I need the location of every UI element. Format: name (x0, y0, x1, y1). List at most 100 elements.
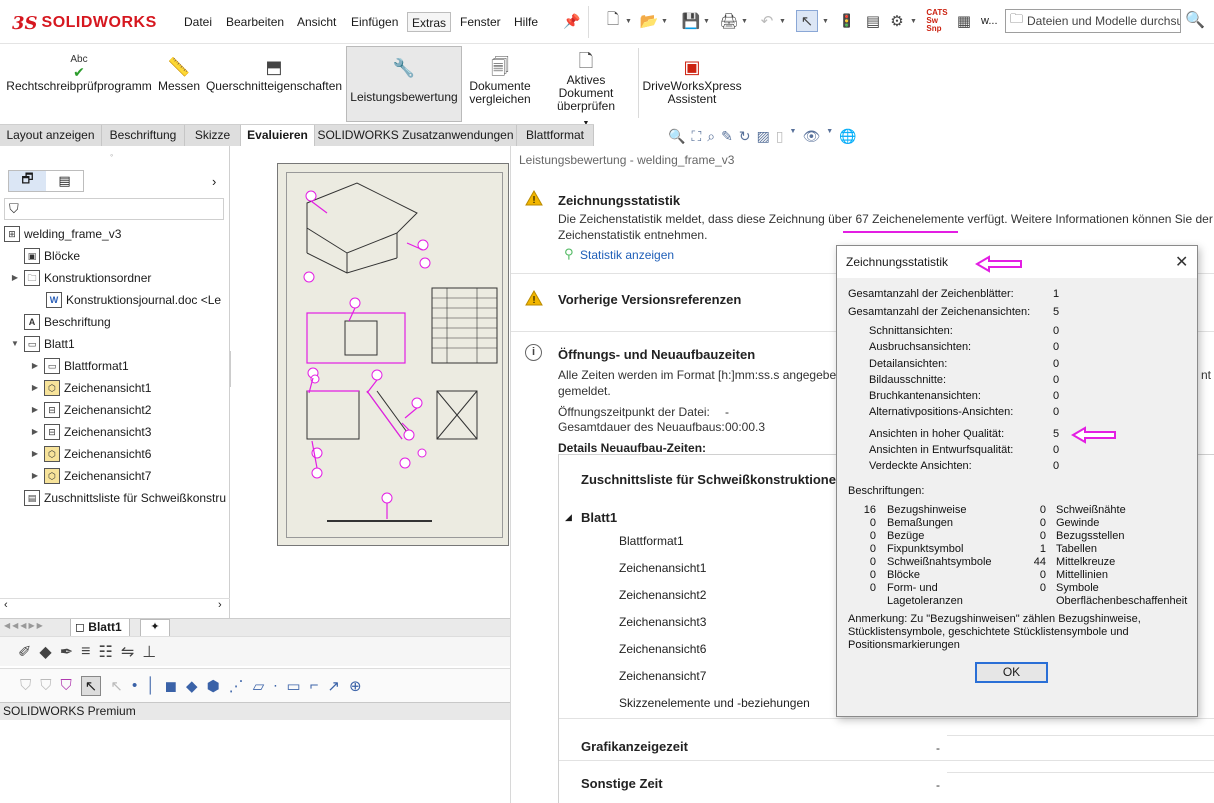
chevron-down-icon[interactable]: ▼ (703, 18, 710, 25)
detail-row[interactable]: Blatt1 (581, 510, 617, 525)
select-cursor-icon[interactable]: ↖ (796, 10, 818, 32)
tree-item-konstruktionsordner[interactable]: ▶ 🗀 Konstruktionsordner (10, 268, 151, 288)
menu-einfuegen[interactable]: Einfügen (347, 12, 402, 32)
cats-sw-snap-icon[interactable]: CATS Sw Snp (926, 9, 948, 33)
menu-datei[interactable]: Datei (180, 12, 216, 32)
tab-blattformat[interactable]: Blattformat (517, 125, 594, 146)
gear-icon[interactable]: ⚙ (886, 10, 908, 32)
tree-item-konstruktionsjournal[interactable]: W Konstruktionsjournal.doc <Le (46, 290, 221, 310)
tree-item-zuschnittsliste[interactable]: ▤ Zuschnittsliste für Schweißkonstru (24, 488, 226, 508)
window-icon[interactable]: ▦ (953, 10, 975, 32)
line-thickness-icon[interactable]: ≡ (81, 643, 90, 661)
layer-icon[interactable]: ✐ (18, 642, 31, 662)
appearance-icon[interactable]: 🌐 (839, 128, 856, 148)
panel-grip-icon[interactable]: ◦ (110, 150, 113, 160)
tree-item-bloecke[interactable]: ▣ Blöcke (10, 246, 80, 266)
chevron-down-icon[interactable]: ▼ (910, 18, 917, 25)
tab-evaluieren[interactable]: Evaluieren (241, 125, 315, 146)
tree-root[interactable]: ⊞ welding_frame_v3 (4, 224, 121, 244)
chevron-down-icon[interactable]: ▼ (779, 18, 786, 25)
sheet-nav-arrows-icon[interactable]: ◀◀◀▶▶ (4, 621, 45, 630)
tree-item-zeichenansicht2[interactable]: ▶ ⊟ Zeichenansicht2 (30, 400, 151, 420)
tab-layout-anzeigen[interactable]: Layout anzeigen (0, 125, 102, 146)
toolbar-w-label[interactable]: w... (981, 15, 998, 27)
filter-solid-bodies-icon[interactable]: ⬢ (207, 677, 220, 695)
horizontal-scrollbar[interactable]: ‹ › (0, 598, 230, 612)
tree-item-zeichenansicht6[interactable]: ▶ ⬡ Zeichenansicht6 (30, 444, 151, 464)
tree-item-blattformat1[interactable]: ▶ ▭ Blattformat1 (30, 356, 129, 376)
chevron-down-icon[interactable]: ▼ (826, 128, 833, 148)
smart-select-icon[interactable]: ↖ (110, 677, 123, 695)
view-settings-icon[interactable]: 👁 (802, 128, 820, 148)
chevron-right-icon[interactable]: ▶ (30, 400, 40, 420)
sheet-tab-blatt1[interactable]: ◻ Blatt1 (70, 619, 130, 637)
display-style-icon[interactable]: ▨ (757, 128, 770, 148)
show-statistics-link[interactable]: Statistik anzeigen (580, 248, 674, 262)
spellcheck-button[interactable]: Abc ✔ Rechtschreibprüfprogramm (4, 46, 154, 122)
chevron-right-icon[interactable]: ▶ (30, 378, 40, 398)
filter-axes-icon[interactable]: ⋰ (229, 677, 244, 695)
filter-faces-icon[interactable]: ◼ (165, 677, 177, 695)
zoom-area-icon[interactable]: ⛶ (691, 128, 701, 148)
tab-skizze[interactable]: Skizze (185, 125, 241, 146)
filter-dimensions-icon[interactable]: ↗ (327, 677, 340, 695)
chevron-right-icon[interactable]: ▶ (30, 444, 40, 464)
sketch-icon[interactable]: ✎ (721, 128, 733, 148)
tree-filter-input[interactable]: ⛉ (4, 198, 224, 220)
filter-segments-icon[interactable]: ⌐ (310, 677, 319, 694)
tree-item-beschriftung[interactable]: A Beschriftung (10, 312, 111, 332)
pen-icon[interactable]: ✒ (60, 642, 73, 662)
chevron-down-icon[interactable]: ▼ (661, 18, 668, 25)
menu-bearbeiten[interactable]: Bearbeiten (222, 12, 288, 32)
chevron-right-icon[interactable]: ▶ (10, 268, 20, 288)
hide-show-icon[interactable]: ▯ (776, 128, 784, 148)
driveworks-button[interactable]: ▣ DriveWorksXpress Assistent (642, 46, 741, 122)
performance-evaluation-button[interactable]: 🔧 Leistungsbewertung (346, 46, 462, 122)
file-properties-icon[interactable]: ▤ (862, 10, 884, 32)
menu-fenster[interactable]: Fenster (456, 12, 505, 32)
chevron-down-icon[interactable]: ◢ (565, 512, 572, 523)
chevron-down-icon[interactable]: ▼ (822, 18, 829, 25)
tab-solidworks-zusatzanwendungen[interactable]: SOLIDWORKS Zusatzanwendungen (315, 125, 517, 146)
tree-item-zeichenansicht7[interactable]: ▶ ⬡ Zeichenansicht7 (30, 466, 151, 486)
chevron-right-icon[interactable]: ▶ (30, 466, 40, 486)
filter-sketch-icon[interactable]: ▭ (286, 677, 300, 695)
section-properties-button[interactable]: ⬒ Querschnitteigenschaften (205, 46, 343, 122)
tree-item-zeichenansicht3[interactable]: ▶ ⊟ Zeichenansicht3 (30, 422, 151, 442)
traffic-light-icon[interactable]: 🚦 (836, 10, 858, 32)
chevron-right-icon[interactable]: › (212, 174, 216, 189)
line-color-icon[interactable]: ◆ (39, 642, 51, 662)
check-document-button[interactable]: 🗋 Aktives Dokument überprüfen ▼ (538, 46, 634, 127)
zoom-to-fit-icon[interactable]: 🔍 (668, 128, 685, 148)
search-input[interactable]: 🗀 Dateien und Modelle durchsu (1005, 9, 1181, 33)
solidworks-logo[interactable]: 3S SOLIDWORKS (12, 8, 156, 38)
hide-edge-icon[interactable]: ⇋ (121, 642, 134, 662)
scroll-left-icon[interactable]: ‹ (4, 599, 8, 611)
add-sheet-icon[interactable]: ✦ (140, 619, 170, 637)
chevron-right-icon[interactable]: ▶ (30, 356, 40, 376)
rotate-icon[interactable]: ↻ (739, 128, 751, 148)
menu-hilfe[interactable]: Hilfe (510, 12, 542, 32)
filter-off-icon[interactable]: ⛉ (40, 677, 51, 694)
graphics-area[interactable] (231, 146, 511, 618)
filter-surface-bodies-icon[interactable]: ◆ (186, 677, 198, 695)
previous-view-icon[interactable]: ⌕ (707, 128, 715, 148)
feature-tree-tab-icon[interactable]: 🗗 (9, 171, 46, 191)
save-icon[interactable]: 💾 (680, 10, 702, 32)
ok-button[interactable]: OK (975, 662, 1048, 683)
chevron-down-icon[interactable]: ▼ (10, 334, 20, 354)
print-icon[interactable]: 🖨 (718, 10, 740, 32)
tree-item-blatt1[interactable]: ▼ ▭ Blatt1 (10, 334, 75, 354)
close-icon[interactable]: ✕ (1175, 252, 1188, 272)
filter-edges-icon[interactable]: │ (146, 677, 155, 694)
chevron-down-icon[interactable]: ▼ (625, 18, 632, 25)
chevron-right-icon[interactable]: ▶ (30, 422, 40, 442)
open-folder-icon[interactable]: 📂 (638, 10, 660, 32)
menu-ansicht[interactable]: Ansicht (293, 12, 340, 32)
menu-extras[interactable]: Extras (407, 12, 452, 32)
new-document-icon[interactable]: 🗋 (602, 10, 624, 32)
search-icon[interactable]: 🔍 (1185, 10, 1205, 30)
filter-toggle-icon[interactable]: ⛉ (61, 677, 72, 694)
color-display-icon[interactable]: ⊥ (142, 642, 156, 662)
filter-midpoints-icon[interactable]: ⊕ (349, 677, 362, 695)
